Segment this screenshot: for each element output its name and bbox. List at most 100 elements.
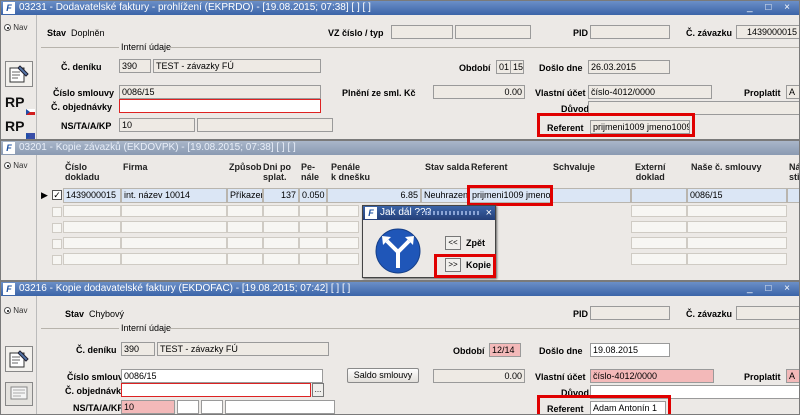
empty-cell[interactable] [327,253,359,265]
col-na-sti[interactable]: Ná sti [789,162,799,182]
cell-firma[interactable]: int. název 10014 [121,188,227,203]
obdobi-year-field[interactable]: 15 [510,60,524,74]
col-schvaluje[interactable]: Schvaluje [553,162,595,172]
empty-cell[interactable] [263,205,299,217]
plneni-field[interactable]: 0.00 [433,85,525,99]
col-dni-po[interactable]: Dni po splat. [263,162,291,182]
lookup-button[interactable]: ... [312,383,324,397]
empty-cell[interactable] [63,205,121,217]
vz-number-field[interactable] [391,25,453,39]
col-penale[interactable]: Pe- nále [301,162,319,182]
window-controls-icon[interactable]: _ □ × [747,1,795,15]
ns-field[interactable]: 10 [119,118,195,132]
empty-cell[interactable] [299,237,327,249]
nav-radio[interactable]: Nav [4,161,27,170]
nav-radio[interactable]: Nav [4,306,27,315]
ta-field[interactable] [197,118,333,132]
empty-cell[interactable] [687,253,787,265]
c-deniku-field[interactable]: 390 [119,59,151,73]
document-edit-icon[interactable] [5,61,33,87]
empty-cell[interactable] [227,237,263,249]
denik-name-field[interactable]: TEST - závazky FÚ [157,342,329,356]
printer-icon[interactable] [5,382,33,406]
col-cislo-dokladu[interactable]: Číslo dokladu [65,162,100,182]
col-stav-salda[interactable]: Stav salda [425,162,470,172]
cell-schvaluje[interactable] [551,188,631,203]
col-nase-c-smlouvy[interactable]: Naše č. smlouvy [691,162,762,172]
vlastni-ucet-field[interactable]: číslo-4012/0000 [588,85,712,99]
empty-cell[interactable] [299,205,327,217]
empty-cell[interactable] [263,237,299,249]
col-externi-doklad[interactable]: Externí doklad [635,162,666,182]
c-objednavky-field[interactable] [121,383,311,397]
obdobi-field[interactable]: 12/14 [489,343,521,357]
empty-cell[interactable] [687,237,787,249]
pid-field[interactable] [590,306,670,320]
cislo-smlouvy-field[interactable]: 0086/15 [121,369,323,383]
rp-cz-icon[interactable]: RP [5,93,35,115]
saldo-smlouvy-button[interactable]: Saldo smlouvy [347,368,419,383]
ta-field[interactable] [177,400,199,414]
empty-cell[interactable] [227,221,263,233]
empty-cell[interactable] [687,221,787,233]
nav-radio[interactable]: Nav [4,23,27,32]
empty-cell[interactable] [63,221,121,233]
denik-name-field[interactable]: TEST - závazky FÚ [153,59,321,73]
empty-cell[interactable] [63,237,121,249]
empty-cell[interactable] [121,205,227,217]
row-checkbox[interactable] [52,255,62,265]
empty-cell[interactable] [121,221,227,233]
cell-zpusob[interactable]: Příkazem [227,188,263,203]
cell-externi[interactable] [631,188,687,203]
invoice-view-titlebar[interactable]: F 03231 - Dodavatelské faktury - prohlíž… [1,1,799,15]
empty-cell[interactable] [327,205,359,217]
empty-cell[interactable] [227,205,263,217]
c-zavazku-field[interactable] [736,306,799,320]
col-penale-k-dnesku[interactable]: Penále k dnešku [331,162,370,182]
proplatit-field[interactable]: A [786,85,799,99]
empty-cell[interactable] [299,253,327,265]
window-controls-icon[interactable]: _ □ × [747,282,795,296]
cell-penale-k-dnesku[interactable]: 6.85 [327,188,421,203]
plneni-field[interactable]: 0.00 [433,369,525,383]
ns-field[interactable]: 10 [121,400,175,414]
copy-list-titlebar[interactable]: F 03201 - Kopie závazků (EKDOVPK) - [19.… [1,141,799,155]
cell-dni-po[interactable]: 137 [263,188,299,203]
a-field[interactable] [201,400,223,414]
cell-cislo[interactable]: 1439000015 [63,188,121,203]
doslo-field[interactable]: 19.08.2015 [590,343,670,357]
empty-cell[interactable] [631,221,687,233]
col-zpusob[interactable]: Způsob [229,162,262,172]
empty-cell[interactable] [631,237,687,249]
cell-smlouva[interactable]: 0086/15 [687,188,787,203]
close-icon[interactable]: × [486,206,492,220]
cell-stav-salda[interactable]: Neuhrazen [421,188,469,203]
col-firma[interactable]: Firma [123,162,148,172]
vz-type-field[interactable] [455,25,531,39]
cell-na-sti[interactable] [787,188,799,203]
empty-cell[interactable] [327,221,359,233]
c-deniku-field[interactable]: 390 [121,342,155,356]
empty-cell[interactable] [687,205,787,217]
c-zavazku-field[interactable]: 1439000015 [736,25,799,39]
c-objednavky-field[interactable] [119,99,321,113]
empty-cell[interactable] [327,237,359,249]
col-referent[interactable]: Referent [471,162,508,172]
invoice-copy-titlebar[interactable]: F 03216 - Kopie dodavatelské faktury (EK… [1,282,799,296]
row-checkbox[interactable]: ✓ [52,190,62,200]
empty-cell[interactable] [299,221,327,233]
cislo-smlouvy-field[interactable]: 0086/15 [119,85,321,99]
empty-cell[interactable] [121,237,227,249]
kp-field[interactable] [225,400,335,414]
vlastni-ucet-field[interactable]: číslo-4012/0000 [590,369,714,383]
empty-cell[interactable] [263,253,299,265]
row-checkbox[interactable] [52,223,62,233]
empty-cell[interactable] [631,253,687,265]
rp-icon[interactable]: RP [5,117,35,139]
row-checkbox[interactable] [52,207,62,217]
empty-cell[interactable] [631,205,687,217]
proplatit-field[interactable]: A [786,369,799,383]
pid-field[interactable] [590,25,670,39]
document-edit-icon[interactable] [5,346,33,372]
empty-cell[interactable] [121,253,227,265]
